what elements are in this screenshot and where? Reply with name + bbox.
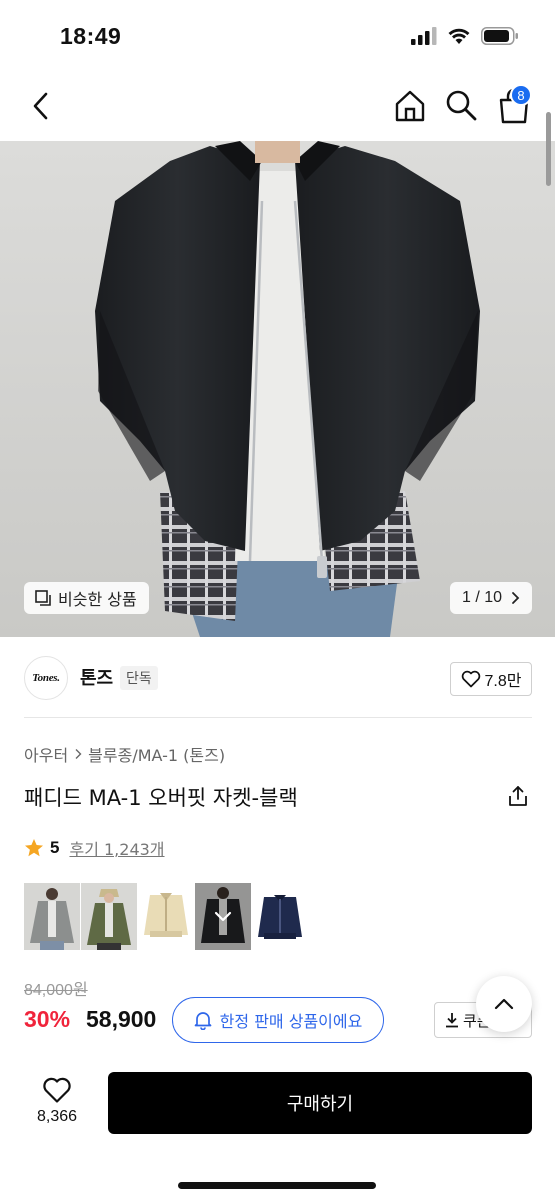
exclusive-badge: 단독	[120, 666, 158, 690]
bell-icon	[194, 1012, 212, 1030]
similar-icon	[35, 590, 51, 606]
wishlist-heart-icon[interactable]	[42, 1076, 72, 1104]
image-counter-text: 1 / 10	[461, 589, 503, 606]
jacket-photo	[0, 141, 555, 637]
breadcrumb-item[interactable]: 아우터	[24, 742, 68, 766]
similar-products-label: 비슷한 상품	[58, 590, 137, 609]
bottom-action-bar: 8,366 구매하기	[0, 1056, 555, 1200]
breadcrumb-item[interactable]: 블루종/MA-1 (톤즈)	[88, 742, 225, 766]
similar-products-button[interactable]: 비슷한 상품	[24, 582, 149, 614]
variant-thumb-navy[interactable]	[252, 883, 308, 950]
battery-icon	[481, 27, 518, 45]
download-icon	[446, 1013, 458, 1028]
home-indicator	[178, 1182, 376, 1189]
rating-row: 5 후기 1,243개	[24, 836, 165, 860]
variant-thumb-black[interactable]	[195, 883, 251, 950]
rating-score: 5	[50, 838, 60, 857]
brand-row: Tones. 톤즈 단독 7.8만	[0, 650, 555, 706]
home-icon[interactable]	[392, 88, 428, 124]
sale-price: 58,900	[86, 1006, 157, 1032]
status-bar: 18:49	[0, 0, 555, 72]
share-icon[interactable]	[506, 784, 530, 808]
color-variants	[24, 883, 308, 950]
wishlist-count: 8,366	[36, 1108, 78, 1125]
brand-logo[interactable]: Tones.	[24, 656, 68, 700]
search-icon[interactable]	[444, 88, 478, 122]
limited-sale-text: 한정 판매 상품이에요	[219, 1012, 363, 1031]
product-title: 패디드 MA-1 오버핏 자켓-블랙	[24, 786, 298, 810]
back-arrow-icon[interactable]	[26, 88, 58, 124]
discount-rate: 30%	[24, 1006, 71, 1032]
scroll-to-top-button[interactable]	[476, 976, 532, 1032]
review-count-link[interactable]: 후기 1,243개	[69, 836, 164, 860]
star-icon	[25, 839, 43, 857]
status-time: 18:49	[60, 22, 122, 49]
chevron-up-icon	[494, 998, 514, 1010]
scrollbar[interactable]	[546, 112, 551, 186]
brand-like-button[interactable]: 7.8만	[450, 662, 532, 696]
divider	[24, 717, 532, 718]
status-icons	[411, 27, 519, 45]
limited-sale-notice: 한정 판매 상품이에요	[172, 997, 384, 1043]
brand-name[interactable]: 톤즈	[80, 664, 113, 690]
chevron-right-icon	[75, 749, 82, 759]
wifi-icon	[448, 28, 470, 44]
cart-count-badge: 8	[510, 84, 532, 106]
signal-icon	[411, 27, 437, 45]
buy-button[interactable]: 구매하기	[108, 1072, 532, 1134]
breadcrumb: 아우터 블루종/MA-1 (톤즈)	[24, 742, 225, 766]
variant-thumb-khaki[interactable]	[81, 883, 137, 950]
top-nav	[0, 72, 555, 140]
chevron-right-icon	[512, 592, 520, 604]
variant-thumb-beige[interactable]	[138, 883, 194, 950]
variant-thumb-charcoal[interactable]	[24, 883, 80, 950]
brand-logo-text: Tones.	[32, 672, 60, 684]
heart-icon	[461, 670, 480, 688]
original-price: 84,000원	[24, 982, 88, 999]
brand-like-count: 7.8만	[484, 673, 522, 690]
product-image[interactable]	[0, 141, 555, 637]
image-page-counter[interactable]: 1 / 10	[450, 582, 532, 614]
